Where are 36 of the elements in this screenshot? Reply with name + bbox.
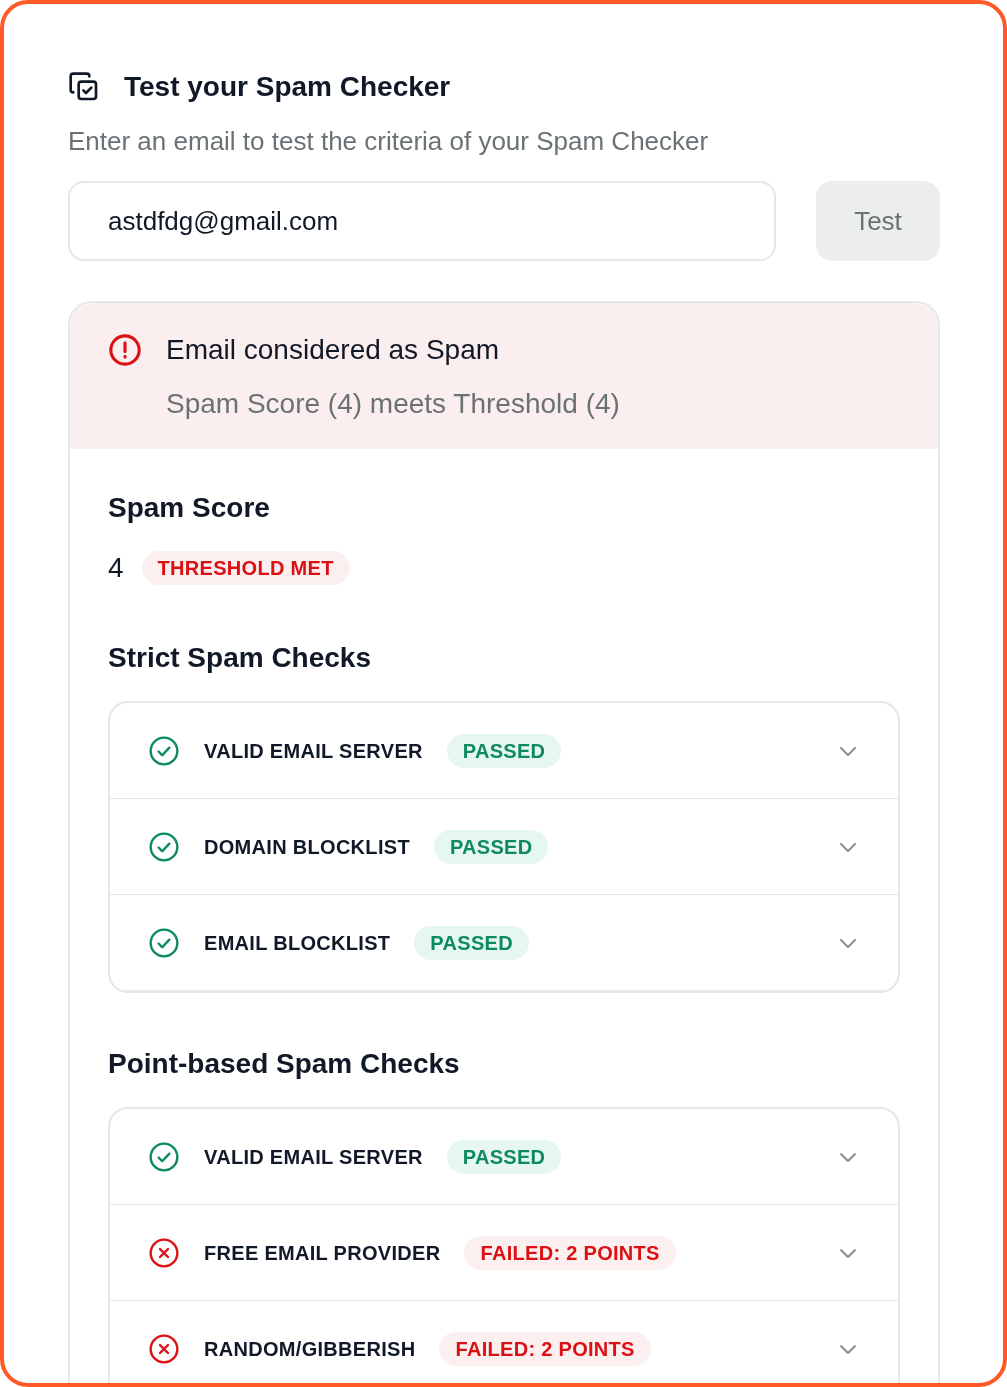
status-badge: PASSED bbox=[446, 733, 562, 768]
check-circle-icon bbox=[148, 1140, 180, 1173]
status-badge: PASSED bbox=[446, 1139, 562, 1174]
score-value: 4 bbox=[108, 551, 124, 585]
check-label: FREE EMAIL PROVIDER bbox=[204, 1240, 441, 1266]
check-row[interactable]: VALID EMAIL SERVER PASSED bbox=[110, 703, 898, 799]
check-row[interactable]: FREE EMAIL PROVIDER FAILED: 2 POINTS bbox=[110, 1205, 898, 1301]
check-circle-icon bbox=[148, 734, 180, 767]
check-circle-icon bbox=[148, 926, 180, 959]
x-circle-icon bbox=[148, 1236, 180, 1269]
alert-icon bbox=[108, 333, 142, 367]
x-circle-icon bbox=[148, 1332, 180, 1365]
section-heading: Point-based Spam Checks bbox=[108, 1047, 461, 1081]
section-heading: Spam Score bbox=[108, 491, 271, 525]
check-row[interactable]: DOMAIN BLOCKLIST PASSED bbox=[110, 799, 898, 895]
card-subtitle: Enter an email to test the criteria of your Spam Checker bbox=[68, 125, 710, 158]
check-row[interactable]: VALID EMAIL SERVER PASSED bbox=[110, 1109, 898, 1205]
card-title: Test your Spam Checker bbox=[124, 70, 451, 104]
status-badge: PASSED bbox=[433, 829, 549, 864]
result-detail: Spam Score (4) meets Threshold (4) bbox=[166, 387, 620, 421]
status-badge: FAILED: 2 POINTS bbox=[439, 1331, 651, 1366]
email-field[interactable]: astdfdg@gmail.com bbox=[68, 181, 776, 261]
check-row[interactable]: RANDOM/GIBBERISH FAILED: 2 POINTS bbox=[110, 1301, 898, 1383]
status-badge: FAILED: 2 POINTS bbox=[464, 1235, 676, 1270]
check-label: DOMAIN BLOCKLIST bbox=[204, 834, 410, 860]
copy-check-icon bbox=[68, 71, 100, 103]
section-heading: Strict Spam Checks bbox=[108, 641, 372, 675]
check-label: EMAIL BLOCKLIST bbox=[204, 930, 391, 956]
check-circle-icon bbox=[148, 830, 180, 863]
check-label: VALID EMAIL SERVER bbox=[204, 738, 423, 764]
check-label: RANDOM/GIBBERISH bbox=[204, 1336, 416, 1362]
check-row[interactable]: EMAIL BLOCKLIST PASSED bbox=[110, 895, 898, 991]
threshold-badge: THRESHOLD MET bbox=[141, 551, 350, 585]
status-badge: PASSED bbox=[414, 925, 529, 960]
check-label: VALID EMAIL SERVER bbox=[204, 1144, 423, 1170]
result-title: Email considered as Spam bbox=[166, 333, 501, 367]
